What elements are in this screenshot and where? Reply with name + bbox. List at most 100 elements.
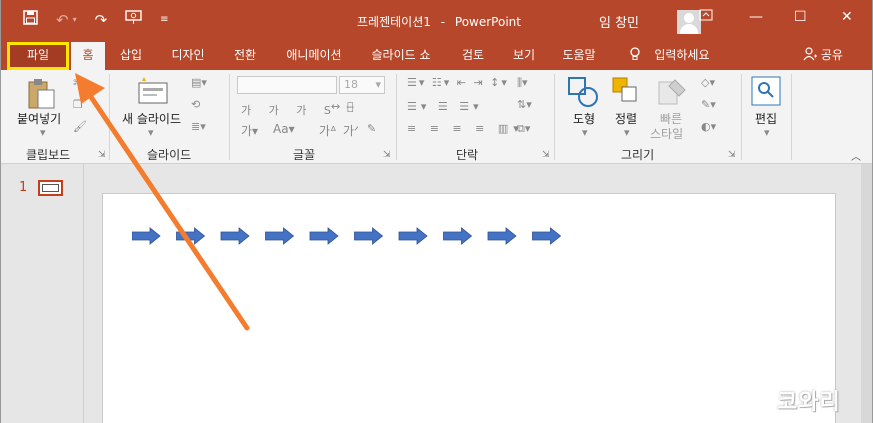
undo-dropdown-icon[interactable]: ▾ <box>73 10 77 30</box>
font-launcher-icon[interactable]: ⇲ <box>383 150 391 160</box>
redo-icon[interactable]: ↷ <box>95 10 108 30</box>
right-arrow-shape[interactable] <box>398 227 428 245</box>
font-size-combo[interactable]: 18 ▾ <box>339 76 385 94</box>
editing-label[interactable]: 편집 <box>755 110 777 127</box>
avatar[interactable] <box>677 10 701 34</box>
group-separator <box>109 74 110 160</box>
columns-icon[interactable]: ⫼▾ <box>517 76 528 90</box>
tell-me-label: 입력하세요 <box>654 48 710 62</box>
maximize-icon[interactable]: ☐ <box>794 9 807 25</box>
quick-styles-label-2[interactable]: 스타일 <box>650 125 683 142</box>
character-spacing-icon[interactable]: ↔ <box>331 100 340 113</box>
paste-label[interactable]: 붙여넣기 <box>17 110 61 127</box>
document-name: 프레젠테이션1 <box>357 15 431 29</box>
tab-home[interactable]: 홈 <box>71 42 105 70</box>
right-arrow-shape[interactable] <box>354 227 384 245</box>
quick-styles-icon[interactable] <box>657 78 687 112</box>
right-arrow-shape[interactable] <box>532 227 562 245</box>
bullets-icon[interactable]: ☰▾ ☷▾ ⇤ ⇥ ↕▾ <box>407 76 509 89</box>
arrange-label[interactable]: 정렬 <box>615 110 637 127</box>
tab-slideshow[interactable]: 슬라이드 쇼 <box>363 42 439 70</box>
right-arrow-shape[interactable] <box>176 227 206 245</box>
cut-icon[interactable]: ✂ <box>73 76 84 91</box>
present-icon[interactable] <box>125 10 142 30</box>
shapes-dropdown-icon[interactable]: ▾ <box>582 126 588 139</box>
tab-design[interactable]: 디자인 <box>163 42 213 70</box>
arrange-icon[interactable] <box>611 76 639 110</box>
tab-review[interactable]: 검토 <box>454 42 492 70</box>
right-arrow-shape[interactable] <box>487 227 517 245</box>
lightbulb-icon <box>630 47 644 62</box>
editing-dropdown-icon[interactable]: ▾ <box>764 126 770 139</box>
slide-arrow-shapes[interactable] <box>132 227 572 247</box>
user-name[interactable]: 임 창민 <box>599 12 639 31</box>
new-slide-label[interactable]: 새 슬라이드 <box>122 110 181 127</box>
shrink-font-icon[interactable]: 가ᐟ <box>343 122 359 139</box>
share-button[interactable]: 공유 <box>803 42 843 69</box>
text-direction-icon[interactable]: ⇅▾ <box>517 98 532 111</box>
arrange-dropdown-icon[interactable]: ▾ <box>624 126 630 139</box>
text-highlight-icon[interactable]: ✎ <box>367 122 376 135</box>
slide-number: 1 <box>19 180 28 195</box>
reset-icon[interactable]: ⟲ <box>191 98 200 111</box>
right-arrow-shape[interactable] <box>132 227 161 245</box>
format-painter-icon[interactable]: 🖌 <box>73 120 87 133</box>
shape-fill-icon[interactable]: ◇▾ <box>701 76 715 89</box>
app-name: PowerPoint <box>454 15 521 29</box>
shape-effects-icon[interactable]: ◐▾ <box>701 120 716 133</box>
slide-thumbnail[interactable] <box>38 180 63 196</box>
tab-transitions[interactable]: 전환 <box>226 42 264 70</box>
group-separator <box>396 74 397 160</box>
clear-format-icon[interactable]: 가̶ <box>347 100 354 113</box>
font-style-icons[interactable]: 가 가 가 S <box>241 102 338 118</box>
tab-animations[interactable]: 애니메이션 <box>279 42 349 70</box>
slides-group-label: 슬라이드 <box>147 148 192 162</box>
paste-icon[interactable] <box>27 78 57 114</box>
clipboard-launcher-icon[interactable]: ⇲ <box>98 150 106 160</box>
new-slide-icon[interactable] <box>137 76 169 110</box>
paragraph-group-label: 단락 <box>456 148 479 162</box>
copy-icon[interactable]: ❐ <box>73 98 83 111</box>
close-icon[interactable]: ✕ <box>841 9 853 25</box>
window-title: 프레젠테이션1 - PowerPoint <box>357 13 521 30</box>
right-arrow-shape[interactable] <box>220 227 250 245</box>
right-arrow-shape[interactable] <box>265 227 295 245</box>
ribbon-display-icon[interactable] <box>699 9 713 25</box>
align-text-icon[interactable]: ☰▾ ☰ ☰▾ <box>407 100 483 113</box>
font-name-combo[interactable] <box>237 76 337 94</box>
shape-outline-icon[interactable]: ✎▾ <box>701 98 716 111</box>
new-slide-dropdown-icon[interactable]: ▾ <box>148 126 154 139</box>
customize-icon[interactable]: ≡ <box>160 10 168 30</box>
right-arrow-shape[interactable] <box>309 227 339 245</box>
group-separator <box>229 74 230 160</box>
save-icon[interactable] <box>23 10 38 30</box>
ribbon: 붙여넣기 ▾ ✂ ❐ 🖌 클립보드 ⇲ 새 슬라이드 ▾ ▤▾ ⟲ ≣▾ 슬라이… <box>1 70 872 164</box>
collapse-ribbon-icon[interactable]: ︿ <box>851 148 861 163</box>
minimize-icon[interactable]: — <box>749 9 763 25</box>
section-icon[interactable]: ≣▾ <box>191 120 206 133</box>
tab-file[interactable]: 파일 <box>7 42 69 70</box>
paste-dropdown-icon[interactable]: ▾ <box>40 126 46 139</box>
right-arrow-shape[interactable] <box>443 227 473 245</box>
layout-icon[interactable]: ▤▾ <box>191 76 207 89</box>
tell-me-box[interactable]: 입력하세요 <box>625 42 715 70</box>
ribbon-tabs: 파일 홈 삽입 디자인 전환 애니메이션 슬라이드 쇼 검토 보기 도움말 입력… <box>1 42 872 70</box>
group-separator <box>741 74 742 160</box>
undo-icon[interactable]: ↶ <box>56 10 69 30</box>
tab-insert[interactable]: 삽입 <box>113 42 149 70</box>
slide-thumbnail-pane <box>1 164 83 423</box>
tab-help[interactable]: 도움말 <box>555 42 603 70</box>
shapes-icon[interactable] <box>567 76 599 112</box>
tab-view[interactable]: 보기 <box>505 42 543 70</box>
smartart-icon[interactable]: ⧉▾ <box>517 122 530 136</box>
paragraph-launcher-icon[interactable]: ⇲ <box>542 150 550 160</box>
grow-font-icon[interactable]: 가ᐞ <box>319 122 337 139</box>
change-case-icon[interactable]: Aa▾ <box>273 122 295 136</box>
pane-divider[interactable] <box>83 164 84 423</box>
drawing-launcher-icon[interactable]: ⇲ <box>728 150 736 160</box>
search-icon[interactable] <box>751 76 781 110</box>
quick-access-toolbar: ↶ ▾ ↷ ≡ <box>23 10 169 30</box>
alignment-icons[interactable]: ≡ ≡ ≡ ≡ ▥▾ <box>407 122 524 135</box>
shapes-label[interactable]: 도형 <box>573 110 595 127</box>
font-color-icon[interactable]: 가▾ <box>241 122 258 139</box>
